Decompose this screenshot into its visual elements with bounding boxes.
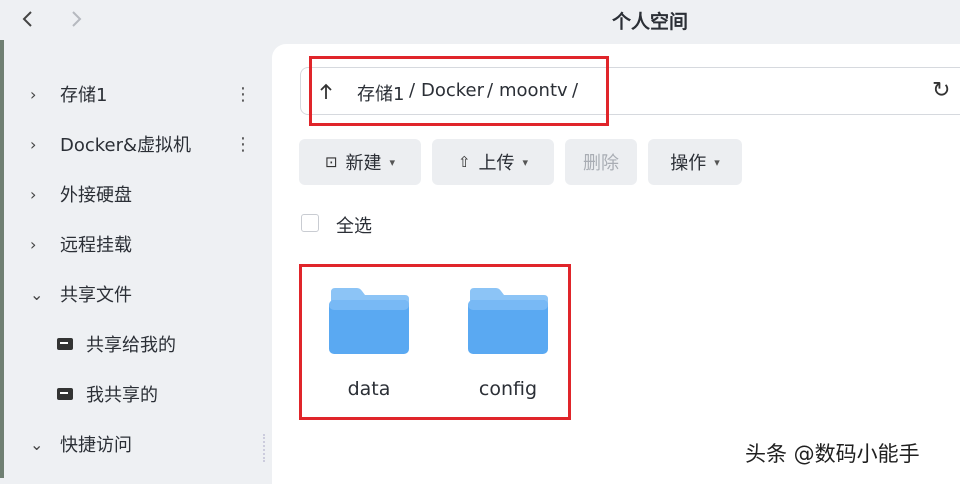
sidebar-item-label: 存储1 [60,85,108,106]
folder-icon[interactable] [466,286,550,356]
folder-name[interactable]: config [448,378,568,400]
sidebar-item-label: 远程挂载 [60,235,132,256]
highlight-box-path [309,56,609,126]
sidebar-item-label: 外接硬盘 [60,185,132,206]
share-folder-icon [57,388,73,400]
new-item-icon: ⊡ [324,153,338,171]
chevron-down-icon: ▾ [522,155,529,169]
chevron-right-icon: › [30,234,37,254]
chevron-right-icon: › [30,184,37,204]
sidebar-item-label: 我共享的 [86,385,158,406]
sidebar-item-docker-vm[interactable]: › Docker&虚拟机 ⋮ [4,124,266,164]
sidebar-item-storage1[interactable]: › 存储1 ⋮ [4,74,266,114]
action-button[interactable]: 操作 ▾ [648,139,742,185]
chevron-left-icon [22,11,32,27]
watermark-text: 头条 @数码小能手 [745,442,920,466]
sidebar-item-shared-with-me[interactable]: 共享给我的 [4,324,266,364]
more-options-icon[interactable]: ⋮ [234,134,252,155]
sidebar-item-label: 共享文件 [60,285,132,306]
chevron-down-icon: ⌄ [30,434,44,454]
more-options-icon[interactable]: ⋮ [234,84,252,105]
new-button[interactable]: ⊡ 新建 ▾ [299,139,421,185]
chevron-right-icon: › [30,134,37,154]
upload-icon: ⇧ [457,153,471,171]
sidebar-item-label: 快捷访问 [60,435,132,456]
window-title: 个人空间 [611,11,688,33]
action-button-label: 操作 [670,153,707,174]
sidebar-item-my-shares[interactable]: 我共享的 [4,374,266,414]
chevron-down-icon: ▾ [714,155,720,169]
sidebar-item-label: Docker&虚拟机 [60,135,192,156]
chevron-right-icon: › [30,84,37,104]
sidebar-item-remote-mount[interactable]: › 远程挂载 [4,224,266,264]
delete-button[interactable]: 删除 [565,139,637,185]
chevron-right-icon [72,11,82,27]
sidebar-item-shared-files[interactable]: ⌄ 共享文件 [4,274,266,314]
title-bar: 个人空间 [0,0,960,40]
refresh-icon[interactable]: ↻ [932,78,950,103]
select-all-label: 全选 [336,216,372,237]
chevron-down-icon: ⌄ [30,284,44,304]
sidebar-item-label: 共享给我的 [86,335,176,356]
back-button[interactable] [14,6,42,32]
forward-button[interactable] [62,6,90,32]
folder-name[interactable]: data [309,378,429,400]
share-folder-icon [57,338,73,350]
new-button-label: 新建 [345,153,382,174]
delete-button-label: 删除 [583,153,619,174]
sidebar-item-quick-access[interactable]: ⌄ 快捷访问 [4,424,266,464]
folder-icon[interactable] [327,286,411,356]
upload-button[interactable]: ⇧ 上传 ▾ [432,139,554,185]
sidebar-resize-handle[interactable] [263,434,269,462]
sidebar: › 存储1 ⋮ › Docker&虚拟机 ⋮ › 外接硬盘 › 远程挂载 ⌄ 共… [4,44,266,478]
chevron-down-icon: ▾ [389,155,396,169]
select-all-checkbox[interactable] [301,214,319,232]
upload-button-label: 上传 [478,153,515,174]
sidebar-item-external-disk[interactable]: › 外接硬盘 [4,174,266,214]
